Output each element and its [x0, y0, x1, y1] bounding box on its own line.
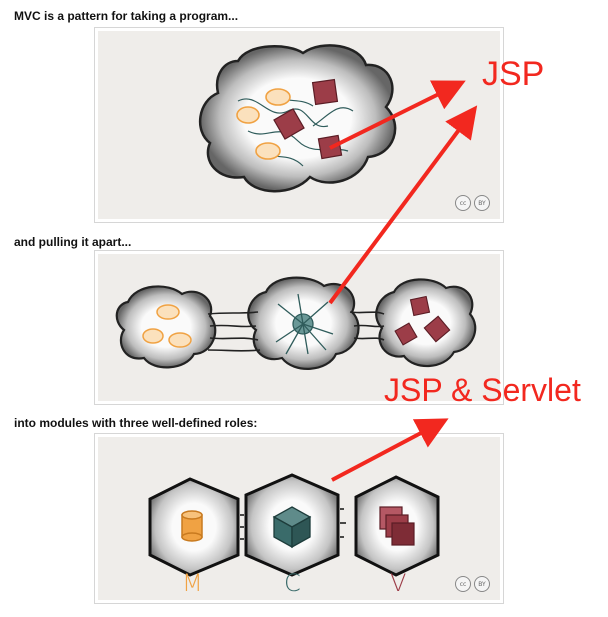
model-cylinder: [181, 510, 203, 542]
letter-v: V: [390, 569, 407, 597]
cc-icon: cc: [455, 195, 471, 211]
letter-m: M: [182, 569, 203, 597]
annotation-jsp: JSP: [482, 55, 545, 93]
panel-mvc-modules: M C V cc BY: [94, 433, 504, 604]
caption-three-roles: into modules with three well-defined rol…: [14, 416, 258, 430]
by-icon: BY: [474, 195, 490, 211]
license-badges: cc BY: [455, 195, 490, 211]
monolith-illustration: [198, 44, 397, 193]
panel-monolith: cc BY: [94, 27, 504, 223]
cc-icon: cc: [455, 576, 471, 592]
letter-c: C: [284, 569, 301, 597]
caption-taking-program: MVC is a pattern for taking a program...: [14, 9, 239, 23]
license-badges-bottom: cc BY: [455, 576, 490, 592]
by-icon: BY: [474, 576, 490, 592]
caption-pulling-apart: and pulling it apart...: [14, 235, 132, 249]
annotation-jsp-servlet: JSP & Servlet: [384, 372, 581, 408]
